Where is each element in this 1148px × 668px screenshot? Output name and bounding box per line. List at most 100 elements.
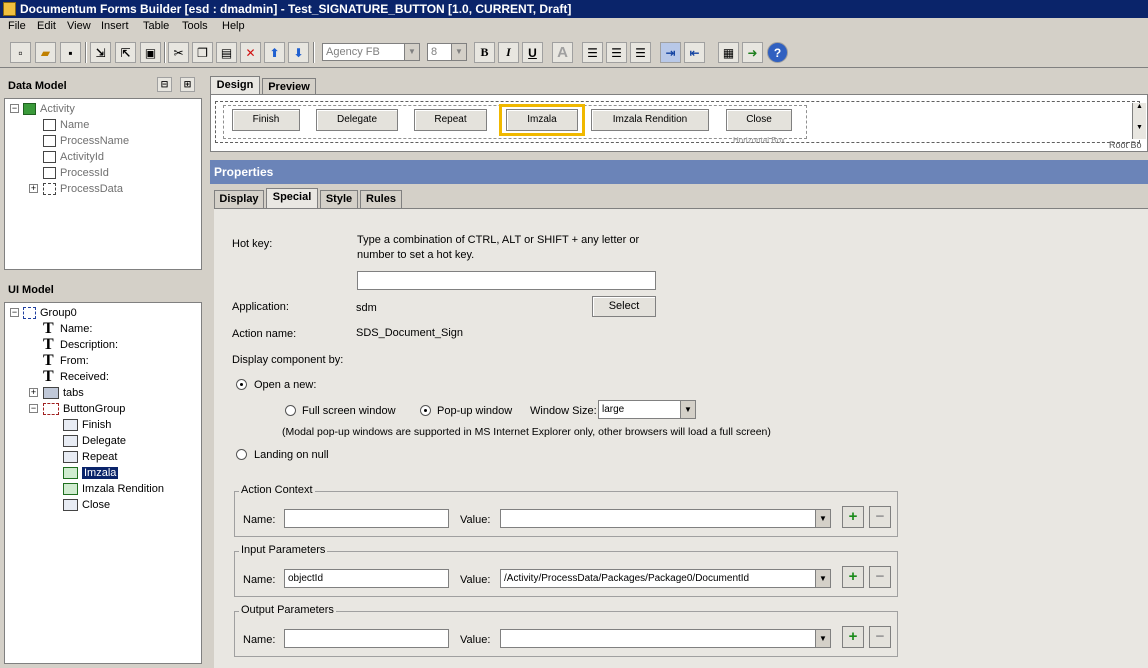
export-icon[interactable]: ⇱ bbox=[115, 42, 136, 63]
canvas-close-button[interactable]: Close bbox=[726, 109, 792, 131]
tree-item-delegate[interactable]: Delegate bbox=[63, 433, 126, 449]
horizontal-layout-icon[interactable]: ⇥ bbox=[660, 42, 681, 63]
action-context-value-select[interactable]: ▼ bbox=[500, 509, 831, 528]
window-size-select[interactable]: large ▼ bbox=[598, 400, 696, 419]
tab-display[interactable]: Display bbox=[214, 190, 264, 208]
font-color-button[interactable]: A bbox=[552, 42, 573, 63]
collapse-icon[interactable]: ⊟ bbox=[157, 77, 172, 92]
help-icon[interactable]: ? bbox=[767, 42, 788, 63]
tree-item-processid[interactable]: ProcessId bbox=[43, 165, 109, 181]
font-name-select[interactable]: Agency FB ▼ bbox=[322, 43, 420, 61]
full-screen-label: Full screen window bbox=[302, 405, 396, 417]
tab-style[interactable]: Style bbox=[320, 190, 358, 208]
add-input-parameter-button[interactable]: + bbox=[842, 566, 864, 588]
align-right-icon[interactable]: ☰ bbox=[630, 42, 651, 63]
tree-item-imzala[interactable]: Imzala bbox=[63, 465, 119, 481]
menu-help[interactable]: Help bbox=[222, 20, 245, 32]
tree-item-close[interactable]: Close bbox=[63, 497, 110, 513]
collapse-toggle[interactable]: − bbox=[10, 308, 19, 317]
collapse-toggle[interactable]: − bbox=[10, 104, 19, 113]
design-canvas[interactable]: Finish Delegate Repeat Imzala Imzala Ren… bbox=[210, 94, 1148, 152]
add-action-context-button[interactable]: + bbox=[842, 506, 864, 528]
save-icon[interactable]: ▪ bbox=[60, 42, 81, 63]
value-label: Value: bbox=[460, 514, 491, 526]
tab-special[interactable]: Special bbox=[266, 188, 318, 208]
canvas-delegate-button[interactable]: Delegate bbox=[316, 109, 398, 131]
menu-edit[interactable]: Edit bbox=[37, 20, 56, 32]
tree-item-text[interactable]: T From: bbox=[43, 353, 89, 369]
import-icon[interactable]: ⇲ bbox=[90, 42, 111, 63]
open-new-radio[interactable] bbox=[236, 379, 247, 390]
tree-item-activityid[interactable]: ActivityId bbox=[43, 149, 104, 165]
tree-item-activity[interactable]: Activity bbox=[23, 101, 75, 117]
new-icon[interactable]: ▫ bbox=[10, 42, 31, 63]
italic-button[interactable]: I bbox=[498, 42, 519, 63]
button-icon bbox=[63, 451, 78, 464]
align-center-icon[interactable]: ☰ bbox=[606, 42, 627, 63]
scroll-up-icon[interactable]: ▲ bbox=[1133, 103, 1146, 110]
tree-item-processname[interactable]: ProcessName bbox=[43, 133, 129, 149]
action-context-name-input[interactable] bbox=[284, 509, 449, 528]
tree-item-tabs[interactable]: tabs bbox=[43, 385, 84, 401]
popup-radio[interactable] bbox=[420, 405, 431, 416]
move-up-icon[interactable]: ⬆ bbox=[264, 42, 285, 63]
scroll-down-icon[interactable]: ▼ bbox=[1133, 124, 1146, 131]
output-parameter-value-select[interactable]: ▼ bbox=[500, 629, 831, 648]
input-parameter-value-select[interactable]: /Activity/ProcessData/Packages/Package0/… bbox=[500, 569, 831, 588]
tree-item-buttongroup[interactable]: ButtonGroup bbox=[43, 401, 125, 417]
menu-insert[interactable]: Insert bbox=[101, 20, 129, 32]
add-output-parameter-button[interactable]: + bbox=[842, 626, 864, 648]
button-icon bbox=[63, 499, 78, 512]
tree-item-text[interactable]: T Received: bbox=[43, 369, 109, 385]
font-size-select[interactable]: 8 ▼ bbox=[427, 43, 467, 61]
align-left-icon[interactable]: ☰ bbox=[582, 42, 603, 63]
collapse-toggle[interactable]: − bbox=[29, 404, 38, 413]
input-parameter-name-input[interactable]: objectId bbox=[284, 569, 449, 588]
tree-item-processdata[interactable]: ProcessData bbox=[43, 181, 123, 197]
tab-design[interactable]: Design bbox=[210, 76, 260, 94]
tree-item-name[interactable]: Name bbox=[43, 117, 89, 133]
tab-preview[interactable]: Preview bbox=[262, 78, 316, 94]
bold-button[interactable]: B bbox=[474, 42, 495, 63]
open-icon[interactable]: ▰ bbox=[35, 42, 56, 63]
landing-on-null-radio[interactable] bbox=[236, 449, 247, 460]
tree-item-repeat[interactable]: Repeat bbox=[63, 449, 117, 465]
tab-rules[interactable]: Rules bbox=[360, 190, 402, 208]
expand-toggle[interactable]: + bbox=[29, 184, 38, 193]
canvas-imzala-button[interactable]: Imzala bbox=[506, 109, 578, 131]
menu-file[interactable]: File bbox=[8, 20, 26, 32]
full-screen-radio[interactable] bbox=[285, 405, 296, 416]
canvas-scrollbar[interactable]: ▲ ▼ bbox=[1132, 103, 1146, 139]
hotkey-input[interactable] bbox=[357, 271, 656, 290]
canvas-repeat-button[interactable]: Repeat bbox=[414, 109, 487, 131]
select-button[interactable]: Select bbox=[592, 296, 656, 317]
copy-icon[interactable]: ❐ bbox=[192, 42, 213, 63]
expand-toggle[interactable]: + bbox=[29, 388, 38, 397]
delete-icon[interactable]: ✕ bbox=[240, 42, 261, 63]
canvas-finish-button[interactable]: Finish bbox=[232, 109, 300, 131]
cut-icon[interactable]: ✂ bbox=[168, 42, 189, 63]
menu-view[interactable]: View bbox=[67, 20, 91, 32]
paste-icon[interactable]: ▤ bbox=[216, 42, 237, 63]
menu-tools[interactable]: Tools bbox=[182, 20, 208, 32]
preview-icon[interactable]: ➜ bbox=[742, 42, 763, 63]
output-parameter-name-input[interactable] bbox=[284, 629, 449, 648]
validate-icon[interactable]: ▣ bbox=[140, 42, 161, 63]
tree-item-text[interactable]: T Name: bbox=[43, 321, 92, 337]
modal-note: (Modal pop-up windows are supported in M… bbox=[282, 426, 771, 438]
move-down-icon[interactable]: ⬇ bbox=[288, 42, 309, 63]
menu-table[interactable]: Table bbox=[143, 20, 169, 32]
tree-item-group0[interactable]: Group0 bbox=[23, 305, 77, 321]
tree-item-imzala-rendition[interactable]: Imzala Rendition bbox=[63, 481, 164, 497]
tree-item-text[interactable]: T Description: bbox=[43, 337, 118, 353]
table-icon[interactable]: ▦ bbox=[718, 42, 739, 63]
canvas-imzala-rendition-button[interactable]: Imzala Rendition bbox=[591, 109, 709, 131]
tree-item-finish[interactable]: Finish bbox=[63, 417, 111, 433]
underline-button[interactable]: U bbox=[522, 42, 543, 63]
remove-action-context-button[interactable]: − bbox=[869, 506, 891, 528]
vertical-layout-icon[interactable]: ⇤ bbox=[684, 42, 705, 63]
remove-output-parameter-button[interactable]: − bbox=[869, 626, 891, 648]
action-context-group: Action Context Name: Value: ▼ + − bbox=[234, 484, 898, 537]
expand-icon[interactable]: ⊞ bbox=[180, 77, 195, 92]
remove-input-parameter-button[interactable]: − bbox=[869, 566, 891, 588]
